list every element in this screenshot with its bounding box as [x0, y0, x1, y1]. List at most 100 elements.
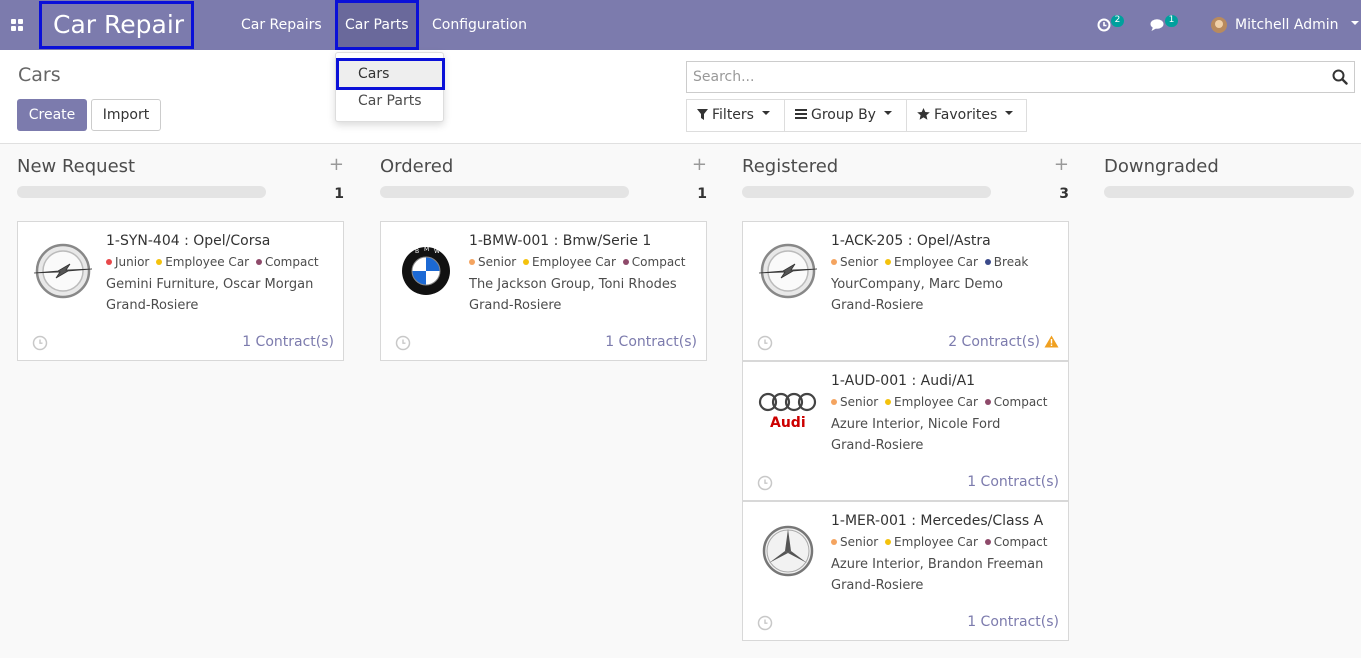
group-by-button[interactable]: Group By: [784, 99, 907, 132]
import-button[interactable]: Import: [91, 99, 161, 131]
tag-compact: Compact: [984, 535, 1047, 549]
tag-color-dot: [255, 259, 262, 265]
tag-label: Employee Car: [894, 255, 978, 269]
tag-senior: Senior: [831, 255, 878, 269]
column-title: Downgraded: [1104, 156, 1219, 177]
tag-label: Compact: [264, 255, 319, 269]
group-by-label: Group By: [811, 107, 876, 123]
kanban-column-downgraded: Downgraded: [1104, 144, 1354, 214]
menu-car-parts[interactable]: Car Parts: [335, 0, 419, 50]
card-tags: Senior Employee Car Compact: [831, 395, 1050, 409]
tag-compact: Compact: [984, 395, 1048, 409]
tag-color-dot: [984, 539, 991, 545]
chevron-down-icon: [883, 111, 892, 115]
activity-clock-icon[interactable]: [395, 335, 411, 351]
activity-clock-icon[interactable]: [32, 335, 48, 351]
card-tags: Senior Employee Car Compact: [831, 535, 1050, 549]
contracts-label: 2 Contract(s): [948, 334, 1040, 350]
search-input[interactable]: [693, 62, 1313, 92]
activity-clock-icon[interactable]: [757, 475, 773, 491]
tag-senior: Senior: [831, 395, 878, 409]
opel-logo-icon: [33, 243, 93, 299]
tag-label: Compact: [993, 395, 1048, 409]
star-icon: [917, 108, 930, 120]
tag-color-dot: [831, 539, 837, 545]
plus-icon[interactable]: +: [692, 154, 707, 175]
plus-icon[interactable]: +: [329, 154, 344, 175]
user-avatar[interactable]: [1211, 17, 1227, 33]
dropdown-item-car-parts[interactable]: Car Parts: [336, 89, 445, 113]
tag-employee-car: Employee Car: [885, 535, 978, 549]
dropdown-item-cars[interactable]: Cars: [336, 58, 445, 90]
menu-car-repairs[interactable]: Car Repairs: [241, 0, 322, 50]
column-progress-bar: [17, 186, 266, 198]
card-company-driver: YourCompany, Marc Demo: [831, 277, 1004, 292]
card-tags: Junior Employee Car Compact: [106, 255, 322, 269]
column-count: 1: [697, 186, 707, 202]
contracts-link[interactable]: 1 Contract(s): [605, 334, 697, 350]
chevron-down-icon: [1005, 111, 1014, 115]
tag-employee-car: Employee Car: [885, 395, 978, 409]
kanban-card[interactable]: 1-MER-001 : Mercedes/Class A Senior Empl…: [742, 501, 1069, 641]
tag-break: Break: [984, 255, 1029, 269]
clock-icon: [1097, 18, 1111, 32]
audi-logo-icon: Audi: [758, 392, 817, 431]
card-title: 1-ACK-205 : Opel/Astra: [831, 233, 991, 249]
favorites-label: Favorites: [934, 107, 998, 123]
search-icon[interactable]: [1332, 69, 1348, 85]
column-progress-bar: [380, 186, 629, 198]
plus-icon[interactable]: +: [1054, 154, 1069, 175]
contracts-link[interactable]: 1 Contract(s): [242, 334, 334, 350]
column-title: Ordered: [380, 156, 454, 177]
contracts-link[interactable]: 2 Contract(s): [948, 334, 1059, 350]
column-title: New Request: [17, 156, 136, 177]
activity-clock-icon[interactable]: [757, 615, 773, 631]
favorites-button[interactable]: Favorites: [906, 99, 1027, 132]
card-title: 1-BMW-001 : Bmw/Serie 1: [469, 233, 652, 249]
filters-button[interactable]: Filters: [686, 99, 785, 132]
column-title: Registered: [742, 156, 839, 177]
page-title: Cars: [18, 64, 61, 86]
activity-clock-icon[interactable]: [757, 335, 773, 351]
card-company-driver: The Jackson Group, Toni Rhodes: [469, 277, 677, 292]
kanban-card[interactable]: 1-SYN-404 : Opel/Corsa Junior Employee C…: [17, 221, 344, 361]
tag-label: Senior: [840, 535, 879, 549]
app-brand[interactable]: Car Repair: [39, 1, 194, 49]
tag-label: Senior: [478, 255, 517, 269]
tag-color-dot: [885, 259, 892, 265]
svg-text:Audi: Audi: [770, 415, 806, 431]
activities-badge: 2: [1111, 15, 1124, 27]
search-box: [686, 61, 1355, 93]
tag-color-dot: [885, 539, 892, 545]
tag-color-dot: [984, 399, 991, 405]
tag-label: Break: [993, 255, 1029, 269]
tag-label: Senior: [840, 395, 879, 409]
contracts-link[interactable]: 1 Contract(s): [967, 614, 1059, 630]
card-company-driver: Gemini Furniture, Oscar Morgan: [106, 277, 314, 292]
svg-text:W: W: [434, 248, 440, 255]
kanban-card[interactable]: Audi 1-AUD-001 : Audi/A1 Senior Employee…: [742, 361, 1069, 501]
kanban-card[interactable]: B M W 1-BMW-001 : Bmw/Serie 1 Senior Emp…: [380, 221, 707, 361]
tag-color-dot: [106, 259, 112, 265]
card-company-driver: Azure Interior, Brandon Freeman: [831, 557, 1044, 572]
kanban-card[interactable]: 1-ACK-205 : Opel/Astra Senior Employee C…: [742, 221, 1069, 361]
mercedes-logo-icon: [762, 525, 814, 577]
bmw-logo-icon: B M W: [402, 246, 450, 295]
chevron-down-icon: [1350, 21, 1359, 25]
top-navbar: Car Repair Car Repairs Car Parts Configu…: [0, 0, 1361, 50]
tag-label: Compact: [631, 255, 686, 269]
user-menu[interactable]: Mitchell Admin: [1235, 0, 1359, 50]
contracts-link[interactable]: 1 Contract(s): [967, 474, 1059, 490]
create-button[interactable]: Create: [17, 99, 87, 131]
opel-logo-icon: [758, 243, 818, 299]
apps-menu-icon[interactable]: [11, 19, 24, 32]
tag-employee-car: Employee Car: [885, 255, 978, 269]
menu-configuration[interactable]: Configuration: [432, 0, 527, 50]
tag-label: Employee Car: [894, 535, 978, 549]
column-progress-bar: [1104, 186, 1354, 198]
card-title: 1-SYN-404 : Opel/Corsa: [106, 233, 271, 249]
list-icon: [795, 109, 807, 119]
filter-icon: [697, 108, 708, 120]
tag-color-dot: [523, 259, 530, 265]
card-location: Grand-Rosiere: [469, 298, 562, 313]
